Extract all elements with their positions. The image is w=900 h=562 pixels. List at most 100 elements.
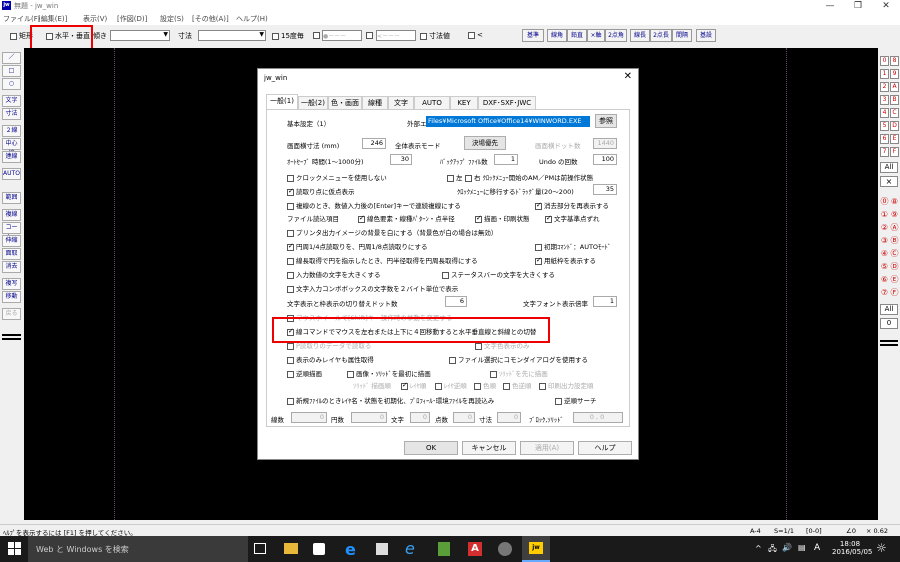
group-button-0[interactable]: ⓪ [880, 198, 889, 208]
undo-input[interactable]: 100 [593, 154, 617, 165]
base-set-button[interactable]: 基設 [696, 29, 716, 42]
checkbox[interactable] [287, 327, 294, 336]
x-axis-button[interactable]: ×軸 [587, 29, 605, 42]
checkbox[interactable] [555, 397, 562, 405]
text-tool[interactable]: 文字 [2, 95, 21, 107]
checkbox[interactable] [287, 229, 294, 237]
layer-button-D[interactable]: D [890, 121, 899, 131]
checkbox[interactable] [287, 187, 294, 196]
rect-option[interactable]: 矩形 [10, 31, 33, 41]
status-layer[interactable]: [0-0] [806, 527, 822, 535]
group-button-10[interactable]: ⑤ [880, 263, 889, 273]
rect-checkbox[interactable] [10, 32, 17, 40]
opt-layerattr[interactable]: 表示のみレイヤも属性取得 [287, 354, 374, 364]
menu-edit[interactable]: [編集(E)] [38, 14, 67, 24]
group-button-4[interactable]: ② [880, 224, 889, 234]
rect-tool[interactable]: □ [2, 65, 21, 77]
tab-general1[interactable]: 一般(1) [266, 94, 298, 110]
two-point-angle-button[interactable]: 2点角 [605, 29, 627, 42]
checkbox[interactable] [358, 214, 365, 223]
media-icon[interactable] [376, 543, 388, 555]
status-paper[interactable]: A-4 [750, 527, 761, 535]
opt-reverse[interactable]: 逆順描画 [287, 368, 322, 378]
fullmode-button[interactable]: 決場優先 [464, 136, 506, 150]
menu-other[interactable]: [その他(A)] [192, 14, 229, 24]
tab-auto[interactable]: AUTO [414, 96, 450, 109]
checkbox[interactable] [287, 257, 294, 265]
layer-button-F[interactable]: F [890, 147, 899, 157]
dimension-tool[interactable]: 寸法 [2, 108, 21, 120]
group-button-12[interactable]: ⑥ [880, 276, 889, 286]
clock[interactable]: 18:08 2016/05/05 [832, 540, 872, 556]
minimize-icon[interactable]: — [816, 0, 844, 13]
layer-button-0[interactable]: 0 [880, 56, 889, 66]
layer-button-1[interactable]: 1 [880, 69, 889, 79]
checkbox[interactable] [442, 271, 449, 279]
hv-option[interactable]: 水平・垂直 [46, 31, 90, 41]
group-button-6[interactable]: ③ [880, 237, 889, 247]
opt-hidden[interactable]: マウスホイールで[Shift]キー操作時の挙動を変更する [287, 312, 452, 322]
autosave-input[interactable]: 30 [390, 154, 412, 165]
screen-size-input[interactable]: 246 [362, 138, 386, 149]
checkbox[interactable] [449, 356, 456, 364]
connect-line-tool[interactable]: 連線 [2, 151, 21, 163]
checkbox[interactable] [545, 214, 552, 223]
acrobat-icon[interactable]: A [468, 542, 482, 556]
group-zero-button[interactable]: 0 [880, 318, 898, 329]
volume-icon[interactable]: 🔊 [782, 543, 792, 552]
status-scale[interactable]: S=1/1 [774, 527, 794, 535]
opt-commondlg[interactable]: ファイル選択にコモンダイアログを使用する [449, 354, 588, 364]
checkbox[interactable] [287, 314, 294, 322]
status-zoom[interactable]: × 0.62 [866, 527, 888, 535]
network-icon[interactable]: 🖧 [768, 543, 777, 557]
opt-printer[interactable]: プリンタ出力イメージの背景を白にする（背景色が白の場合は無効） [287, 227, 497, 237]
checkbox[interactable] [287, 271, 294, 279]
opt-hvswitch[interactable]: 線コマンドでマウスを左右または上下に４回移動すると水平垂直線と斜線との切替 [287, 326, 536, 336]
copy-tool[interactable]: 複写 [2, 278, 21, 290]
opt-arc[interactable]: 円周1/4点読取りを、円周1/8点読取りにする [287, 241, 428, 251]
jw-win-taskbar-button[interactable]: jw [522, 536, 550, 562]
app-icon-green[interactable] [438, 542, 450, 556]
vertical-button[interactable]: 鉛直 [567, 29, 587, 42]
lt-checkbox[interactable] [468, 31, 475, 39]
close-icon[interactable]: ✕ [872, 0, 900, 13]
opt-tempread[interactable]: 読取り点に仮点表示 [287, 186, 355, 196]
drag-input[interactable]: 35 [593, 184, 617, 195]
base-button[interactable]: 基準 [522, 29, 544, 42]
circle-field[interactable]: ●－－－ [322, 30, 362, 41]
group-button-11[interactable]: Ⓓ [890, 263, 899, 273]
tab-key[interactable]: KEY [450, 96, 478, 109]
move-tool[interactable]: 移動 [2, 291, 21, 303]
two-point-length-button[interactable]: 2点長 [650, 29, 672, 42]
edge-icon[interactable]: e [345, 540, 356, 559]
group-button-2[interactable]: ① [880, 211, 889, 221]
group-button-8[interactable]: ④ [880, 250, 889, 260]
opt-initcmd[interactable]: 初期ｺﾏﾝﾄﾞ：AUTOﾓｰﾄﾞ [535, 241, 611, 251]
checkbox[interactable] [535, 256, 542, 265]
menu-view[interactable]: 表示(V) [83, 14, 107, 24]
lt-option[interactable]: < [468, 31, 483, 39]
dim-combo[interactable]: ▼ [198, 30, 266, 41]
group-button-9[interactable]: Ⓒ [890, 250, 899, 260]
opt-bigtext[interactable]: 入力数値の文字を大きくする [287, 269, 381, 279]
fontrate-input[interactable]: 1 [593, 296, 617, 307]
opt-linecolor[interactable]: 線色要素・線種ﾊﾟﾀｰﾝ・点半径 [358, 213, 455, 223]
checkbox[interactable] [535, 201, 542, 210]
layer-button-5[interactable]: 5 [880, 121, 889, 131]
checkbox[interactable] [287, 174, 294, 182]
layer-button-6[interactable]: 6 [880, 134, 889, 144]
layer-button-7[interactable]: 7 [880, 147, 889, 157]
corner-tool[interactable]: コーナー [2, 222, 21, 241]
arrow-checkbox[interactable] [366, 31, 373, 39]
opt-textbase[interactable]: 文字基準点ずれ [545, 213, 600, 223]
double-line-tool[interactable]: ２線 [2, 125, 21, 137]
menu-settings[interactable]: 設定(S) [160, 14, 184, 24]
task-view-icon[interactable] [254, 543, 266, 554]
app-icon-gray[interactable] [498, 542, 512, 556]
menu-draw[interactable]: [作図(D)] [117, 14, 147, 24]
opt-drawprint[interactable]: 描画・印刷状態 [475, 213, 530, 223]
deg15-checkbox[interactable] [272, 32, 279, 40]
checkbox[interactable] [287, 397, 294, 405]
circle-option[interactable] [313, 31, 322, 39]
browse-button[interactable]: 参照 [595, 114, 617, 128]
